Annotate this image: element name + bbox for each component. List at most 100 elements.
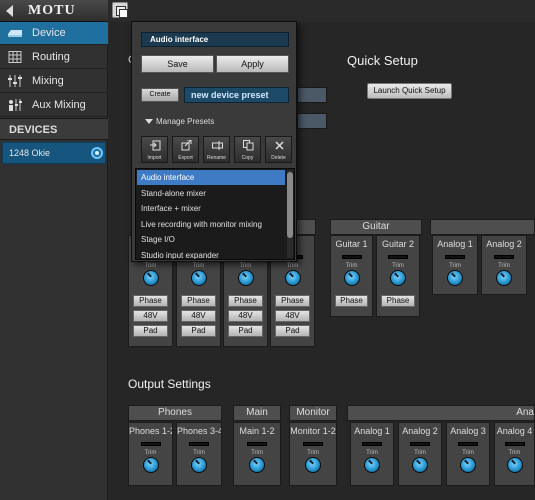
phase-button[interactable]: Phase bbox=[181, 295, 216, 307]
level-meter bbox=[189, 442, 209, 446]
preset-list-item[interactable]: Live recording with monitor mixing bbox=[137, 217, 285, 232]
setting-field-2[interactable] bbox=[297, 113, 327, 129]
channel-strip: Guitar 2 Trim Phase bbox=[376, 235, 420, 317]
save-preset-button[interactable]: Save bbox=[141, 55, 214, 73]
phase-button[interactable]: Phase bbox=[228, 295, 263, 307]
device-selected-radio[interactable] bbox=[91, 147, 103, 159]
channel-label: Phones 3-4 bbox=[177, 426, 221, 436]
trim-knob[interactable] bbox=[284, 270, 301, 286]
current-preset-field[interactable]: Audio interface bbox=[141, 32, 289, 47]
trim-label: Trim bbox=[144, 263, 157, 269]
level-meter bbox=[140, 442, 161, 446]
channel-label: Analog 2 bbox=[486, 239, 522, 249]
export-icon bbox=[181, 139, 192, 151]
phase-button[interactable]: Phase bbox=[275, 295, 310, 307]
channel-label: Analog 2 bbox=[402, 426, 438, 436]
trim-label: Trim bbox=[498, 263, 510, 269]
phantom-48v-button[interactable]: 48V bbox=[181, 310, 216, 322]
preset-list-item[interactable]: Studio input expander bbox=[137, 248, 285, 260]
tool-label: Rename bbox=[207, 155, 226, 161]
input-group-header-partial bbox=[296, 219, 316, 235]
trim-knob[interactable] bbox=[447, 270, 463, 286]
trim-label: Trim bbox=[192, 263, 205, 269]
sidebar-item-routing[interactable]: Routing bbox=[0, 46, 108, 69]
channel-strip: Analog 4 Trim bbox=[494, 422, 535, 486]
input-group-header-guitar: Guitar bbox=[330, 219, 422, 235]
device-name: 1248 Okie bbox=[9, 148, 51, 158]
manage-presets-label: Manage Presets bbox=[156, 117, 215, 126]
trim-label: Trim bbox=[251, 450, 263, 456]
channel-strip: Analog 1 Trim bbox=[350, 422, 394, 486]
trim-knob[interactable] bbox=[191, 457, 207, 473]
routing-grid-icon bbox=[7, 51, 23, 63]
trim-knob[interactable] bbox=[506, 457, 523, 473]
pad-button[interactable]: Pad bbox=[133, 325, 168, 337]
trim-knob[interactable] bbox=[190, 270, 207, 286]
phantom-48v-button[interactable]: 48V bbox=[133, 310, 168, 322]
export-preset-button[interactable]: Export bbox=[172, 136, 199, 163]
main-toolbar bbox=[109, 0, 535, 22]
import-preset-button[interactable]: Import bbox=[141, 136, 168, 163]
channel-strip: Monitor 1-2 Trim bbox=[289, 422, 337, 486]
pad-button[interactable]: Pad bbox=[181, 325, 216, 337]
brand-logo: MOTU bbox=[28, 3, 76, 18]
apply-preset-button[interactable]: Apply bbox=[216, 55, 289, 73]
trim-knob[interactable] bbox=[412, 457, 428, 473]
create-preset-button[interactable]: Create bbox=[141, 88, 179, 102]
quick-setup-title: Quick Setup bbox=[347, 53, 418, 68]
trim-knob[interactable] bbox=[142, 270, 159, 286]
copy-preset-button[interactable]: Copy bbox=[234, 136, 261, 163]
sidebar-item-device[interactable]: Device bbox=[0, 22, 108, 45]
trim-knob[interactable] bbox=[305, 457, 321, 473]
level-meter bbox=[494, 255, 514, 259]
output-group-header-analog: Ana bbox=[347, 405, 535, 421]
trim-knob[interactable] bbox=[237, 270, 254, 286]
rename-preset-button[interactable]: Rename bbox=[203, 136, 230, 163]
output-settings-title: Output Settings bbox=[128, 377, 211, 391]
preset-list[interactable]: Audio interface Stand-alone mixer Interfac… bbox=[135, 168, 295, 260]
level-meter bbox=[458, 442, 478, 446]
preset-list-scroll-thumb[interactable] bbox=[287, 172, 293, 238]
phantom-48v-button[interactable]: 48V bbox=[275, 310, 310, 322]
output-group-header-main: Main bbox=[233, 405, 281, 421]
trim-knob[interactable] bbox=[460, 457, 476, 473]
phase-button[interactable]: Phase bbox=[381, 295, 415, 307]
preset-list-item[interactable]: Interface + mixer bbox=[137, 201, 285, 216]
pad-button[interactable]: Pad bbox=[275, 325, 310, 337]
launch-quick-setup-button[interactable]: Launch Quick Setup bbox=[367, 83, 452, 99]
trim-knob[interactable] bbox=[364, 457, 380, 473]
channel-strip: Analog 2 Trim bbox=[398, 422, 442, 486]
device-list-item[interactable]: 1248 Okie bbox=[2, 142, 106, 164]
new-preset-name-input[interactable]: new device preset bbox=[184, 87, 289, 103]
trim-knob[interactable] bbox=[249, 457, 265, 473]
preset-list-item[interactable]: Audio interface bbox=[137, 170, 285, 185]
mixer-faders-icon bbox=[7, 75, 23, 87]
sidebar-item-aux-mixing[interactable]: Aux Mixing bbox=[0, 94, 108, 117]
sidebar-item-mixing[interactable]: Mixing bbox=[0, 70, 108, 93]
channel-label: Phones 1-2 bbox=[129, 426, 172, 436]
trim-knob[interactable] bbox=[142, 457, 159, 473]
manage-presets-toggle[interactable]: Manage Presets bbox=[145, 117, 214, 126]
trim-knob[interactable] bbox=[496, 270, 512, 286]
presets-menu-button[interactable] bbox=[112, 2, 128, 18]
trim-label: Trim bbox=[414, 450, 426, 456]
output-group-header-phones: Phones bbox=[128, 405, 222, 421]
phase-button[interactable]: Phase bbox=[335, 295, 368, 307]
setting-field-1[interactable] bbox=[297, 87, 327, 103]
pad-button[interactable]: Pad bbox=[228, 325, 263, 337]
delete-icon bbox=[274, 140, 285, 151]
preset-list-item[interactable]: Stage I/O bbox=[137, 232, 285, 247]
back-arrow-icon[interactable] bbox=[6, 5, 13, 17]
phantom-48v-button[interactable]: 48V bbox=[228, 310, 263, 322]
channel-strip: Analog 2 Trim bbox=[481, 235, 527, 295]
trim-knob[interactable] bbox=[343, 270, 360, 286]
preset-list-item[interactable]: Stand-alone mixer bbox=[137, 186, 285, 201]
devices-header: DEVICES bbox=[0, 118, 108, 140]
trim-knob[interactable] bbox=[390, 270, 406, 286]
trim-label: Trim bbox=[286, 263, 299, 269]
delete-preset-button[interactable]: Delete bbox=[265, 136, 292, 163]
rename-icon bbox=[212, 140, 223, 151]
sidebar-item-label: Device bbox=[32, 27, 66, 39]
trim-label: Trim bbox=[239, 263, 252, 269]
phase-button[interactable]: Phase bbox=[133, 295, 168, 307]
